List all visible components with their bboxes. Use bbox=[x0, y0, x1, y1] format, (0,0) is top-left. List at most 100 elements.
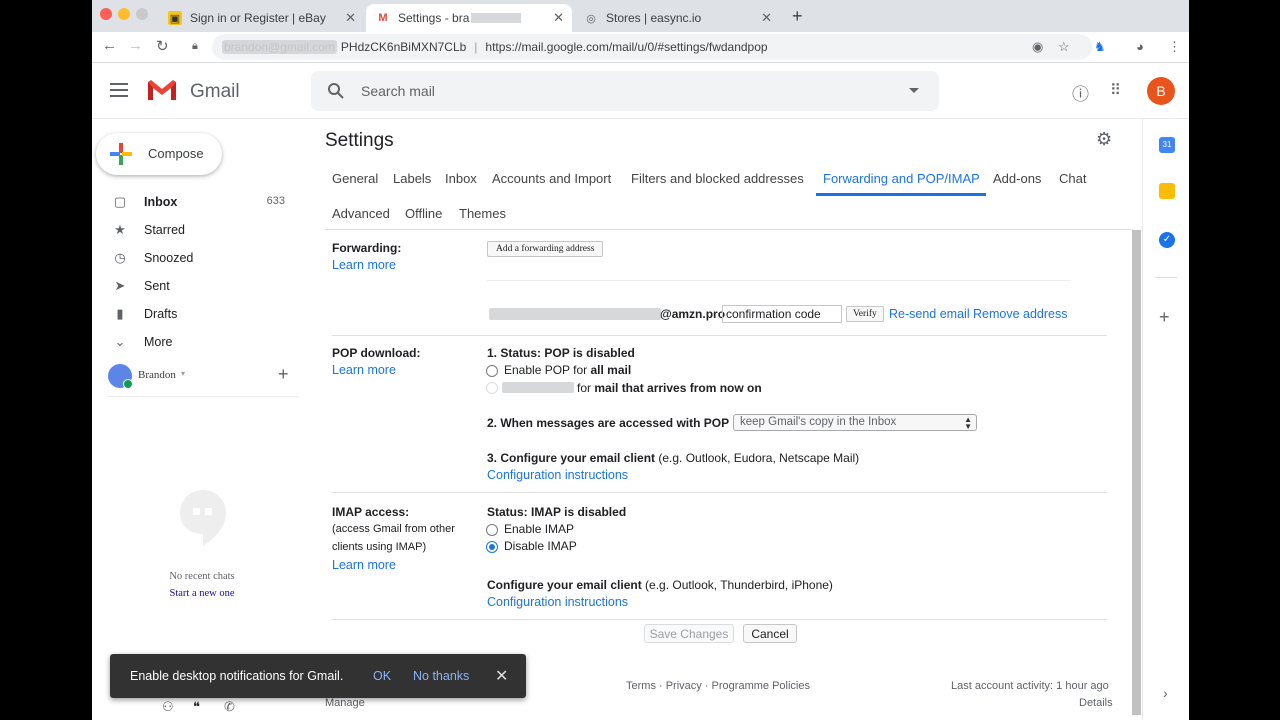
search-input[interactable]: Search mail bbox=[361, 83, 435, 99]
search-icon[interactable] bbox=[327, 82, 345, 100]
chevron-down-icon: ⌄ bbox=[114, 334, 126, 349]
help-icon[interactable]: ⓘ bbox=[1072, 80, 1089, 105]
pop-from-now-radio[interactable] bbox=[486, 382, 498, 394]
add-addon-icon[interactable]: + bbox=[1159, 307, 1170, 328]
sidebar-item-sent[interactable]: ➤ Sent bbox=[92, 272, 307, 300]
tab-offline[interactable]: Offline bbox=[405, 206, 442, 221]
last-activity-text: Last account activity: 1 hour ago bbox=[951, 680, 1109, 692]
manage-link[interactable]: Manage bbox=[325, 697, 365, 709]
search-options-icon[interactable] bbox=[909, 88, 919, 93]
enable-imap-radio[interactable] bbox=[486, 524, 498, 536]
resend-email-link[interactable]: Re-send email bbox=[889, 307, 970, 321]
details-link[interactable]: Details bbox=[1079, 697, 1113, 709]
extension-icon[interactable]: ♞ bbox=[1094, 39, 1106, 55]
tab-themes[interactable]: Themes bbox=[459, 206, 506, 221]
reload-icon[interactable]: ↻ bbox=[156, 37, 169, 55]
scrollbar[interactable] bbox=[1132, 230, 1141, 715]
gear-icon[interactable]: ⚙ bbox=[1096, 129, 1112, 150]
apps-grid-icon[interactable]: ⠿ bbox=[1110, 81, 1121, 99]
keep-icon[interactable] bbox=[1159, 183, 1175, 199]
close-icon[interactable]: ✕ bbox=[495, 666, 508, 686]
back-icon[interactable]: ← bbox=[102, 37, 117, 54]
add-contact-icon[interactable]: + bbox=[278, 364, 289, 385]
inbox-count: 633 bbox=[266, 195, 285, 207]
tab-add-ons[interactable]: Add-ons bbox=[993, 171, 1041, 186]
blurred-text bbox=[502, 382, 574, 393]
calendar-icon[interactable]: 31 bbox=[1159, 137, 1175, 153]
tab-inbox[interactable]: Inbox bbox=[445, 171, 477, 186]
hangouts-chat-icon[interactable]: ❝ bbox=[193, 699, 200, 715]
start-new-chat-link[interactable]: Start a new one bbox=[132, 588, 272, 599]
blurred-email bbox=[489, 308, 661, 320]
sidebar-item-more[interactable]: ⌄ More bbox=[92, 328, 307, 356]
minimize-window-button[interactable] bbox=[118, 8, 130, 20]
tab-easync[interactable]: ◎ Stores | easync.io ✕ bbox=[574, 4, 780, 32]
forwarding-email-suffix: @amzn.pro bbox=[660, 307, 726, 321]
caret-down-icon[interactable]: ▾ bbox=[181, 369, 185, 378]
address-bar[interactable]: brandon@gmail.com PHdzCK6nBiMXN7CLb | ht… bbox=[212, 34, 1092, 60]
sidebar-item-starred[interactable]: ★ Starred bbox=[92, 216, 307, 244]
tab-chat[interactable]: Chat bbox=[1059, 171, 1086, 186]
pop-action-select[interactable]: keep Gmail's copy in the Inbox ▲ ▼ bbox=[733, 414, 977, 431]
pop-all-mail-label: Enable POP for all mail bbox=[504, 363, 632, 377]
tab-forwarding-pop-imap[interactable]: Forwarding and POP/IMAP bbox=[823, 171, 980, 186]
contacts-icon[interactable]: ⚇ bbox=[162, 699, 174, 715]
remove-address-link[interactable]: Remove address bbox=[973, 307, 1068, 321]
close-window-button[interactable] bbox=[100, 8, 112, 20]
phone-icon[interactable]: ✆ bbox=[224, 699, 235, 715]
pop-all-mail-radio[interactable] bbox=[486, 365, 498, 377]
forward-icon[interactable]: → bbox=[128, 37, 143, 54]
save-changes-button[interactable]: Save Changes bbox=[644, 624, 734, 643]
sidebar-item-inbox[interactable]: ▢ Inbox 633 bbox=[92, 188, 307, 216]
maximize-window-button[interactable] bbox=[136, 8, 148, 20]
pop-configure-label: 3. Configure your email client (e.g. Out… bbox=[487, 451, 860, 465]
tasks-icon[interactable]: ✓ bbox=[1159, 232, 1175, 248]
forwarding-learn-more-link[interactable]: Learn more bbox=[332, 258, 396, 272]
hangouts-user[interactable]: Brandon ▾ + bbox=[108, 364, 298, 389]
footer-links[interactable]: Terms · Privacy · Programme Policies bbox=[626, 680, 810, 692]
confirmation-code-input[interactable]: confirmation code bbox=[722, 305, 842, 323]
eye-icon[interactable]: ◉ bbox=[1032, 39, 1043, 55]
plus-icon bbox=[110, 143, 132, 165]
tab-gmail-settings[interactable]: M Settings - bra ✕ bbox=[366, 4, 572, 32]
toast-no-thanks-button[interactable]: No thanks bbox=[413, 669, 469, 683]
url-text: https://mail.google.com/mail/u/0/#settin… bbox=[485, 40, 768, 54]
imap-config-instructions-link[interactable]: Configuration instructions bbox=[487, 595, 628, 609]
close-tab-icon[interactable]: ✕ bbox=[553, 10, 564, 26]
menu-kebab-icon[interactable]: ⋮ bbox=[1168, 39, 1181, 55]
toast-ok-button[interactable]: OK bbox=[373, 669, 391, 683]
gmail-logo-icon bbox=[148, 80, 176, 100]
close-tab-icon[interactable]: ✕ bbox=[761, 10, 772, 26]
tab-filters[interactable]: Filters and blocked addresses bbox=[631, 171, 804, 186]
tab-ebay[interactable]: ▣ Sign in or Register | eBay ✕ bbox=[158, 4, 364, 32]
browser-window: ▣ Sign in or Register | eBay ✕ M Setting… bbox=[92, 0, 1189, 720]
no-chats-text: No recent chats bbox=[169, 571, 235, 582]
inbox-icon: ▢ bbox=[113, 194, 127, 209]
disable-imap-radio[interactable] bbox=[486, 541, 498, 553]
pop-config-instructions-link[interactable]: Configuration instructions bbox=[487, 468, 628, 482]
imap-learn-more-link[interactable]: Learn more bbox=[332, 558, 396, 572]
tab-general[interactable]: General bbox=[332, 171, 378, 186]
page-title: Settings bbox=[325, 130, 394, 151]
sidebar-item-snoozed[interactable]: ◷ Snoozed bbox=[92, 244, 307, 272]
side-panel-rail: 31 ✓ + › bbox=[1142, 119, 1189, 720]
cancel-button[interactable]: Cancel bbox=[743, 624, 797, 643]
new-tab-icon[interactable]: + bbox=[792, 6, 803, 27]
profile-icon[interactable]: ◕ bbox=[1136, 39, 1144, 54]
search-box[interactable]: Search mail bbox=[311, 71, 939, 111]
star-bookmark-icon[interactable]: ☆ bbox=[1058, 39, 1070, 55]
account-avatar[interactable]: B bbox=[1147, 77, 1175, 105]
gmail-header: Gmail Search mail ⓘ ⠿ B bbox=[92, 63, 1189, 119]
add-forwarding-address-button[interactable]: Add a forwarding address bbox=[487, 241, 604, 257]
sidebar-item-drafts[interactable]: ▮ Drafts bbox=[92, 300, 307, 328]
chevron-right-icon[interactable]: › bbox=[1163, 685, 1168, 701]
pop-from-now-label: for mail that arrives from now on bbox=[577, 381, 762, 395]
tab-labels[interactable]: Labels bbox=[393, 171, 431, 186]
compose-button[interactable]: Compose bbox=[96, 133, 222, 175]
tab-advanced[interactable]: Advanced bbox=[332, 206, 390, 221]
tab-accounts-import[interactable]: Accounts and Import bbox=[492, 171, 611, 186]
main-menu-icon[interactable] bbox=[110, 83, 128, 97]
close-tab-icon[interactable]: ✕ bbox=[345, 10, 356, 26]
pop-learn-more-link[interactable]: Learn more bbox=[332, 363, 396, 377]
verify-button[interactable]: Verify bbox=[846, 306, 884, 322]
